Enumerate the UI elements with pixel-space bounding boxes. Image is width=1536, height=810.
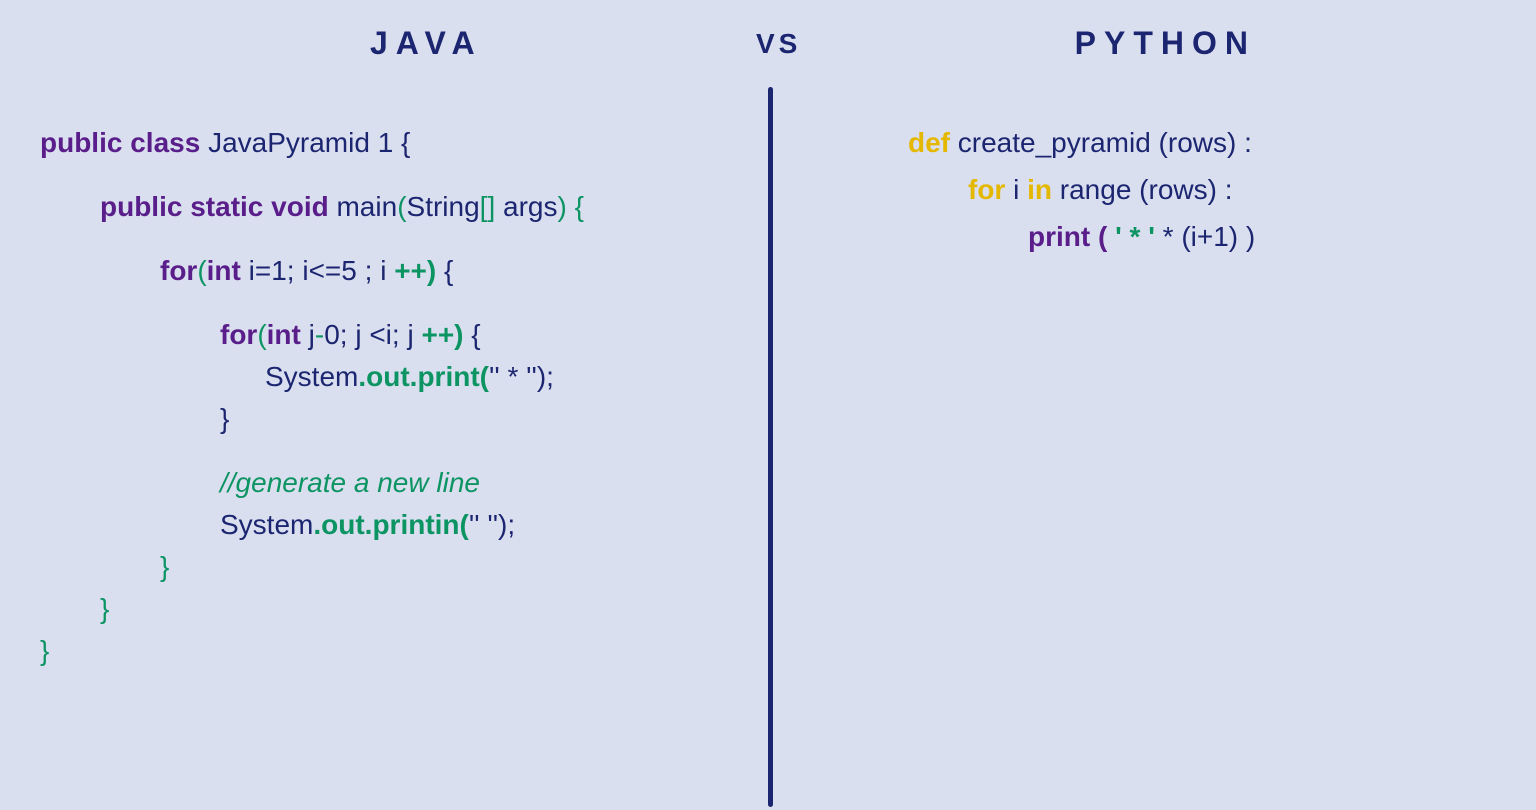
java-code-line: //generate a new line: [220, 462, 728, 504]
java-code-line: }: [100, 588, 728, 630]
python-title: PYTHON: [1075, 25, 1256, 62]
java-code-line: public class JavaPyramid 1 {: [40, 122, 728, 164]
java-code-line: System.out.printin('' '');: [220, 504, 728, 546]
java-code-panel: public class JavaPyramid 1 { public stat…: [0, 92, 768, 792]
java-code-line: public static void main(String[] args) {: [100, 186, 728, 228]
python-code-line: print ( ' * ' * (i+1) ): [1028, 216, 1456, 258]
python-code-line: def create_pyramid (rows) :: [908, 122, 1456, 164]
vs-label: VS: [756, 28, 801, 60]
python-code-panel: def create_pyramid (rows) : for i in ran…: [768, 92, 1536, 792]
java-title: JAVA: [370, 25, 483, 62]
python-code-line: for i in range (rows) :: [968, 169, 1456, 211]
java-code-line: }: [220, 398, 728, 440]
java-code-line: }: [40, 630, 728, 672]
java-code-line: }: [160, 546, 728, 588]
vertical-divider: [768, 87, 773, 807]
java-code-line: for(int j-0; j <i; j ++) {: [220, 314, 728, 356]
java-code-line: System.out.print('' * '');: [265, 356, 728, 398]
java-code-line: for(int i=1; i<=5 ; i ++) {: [160, 250, 728, 292]
